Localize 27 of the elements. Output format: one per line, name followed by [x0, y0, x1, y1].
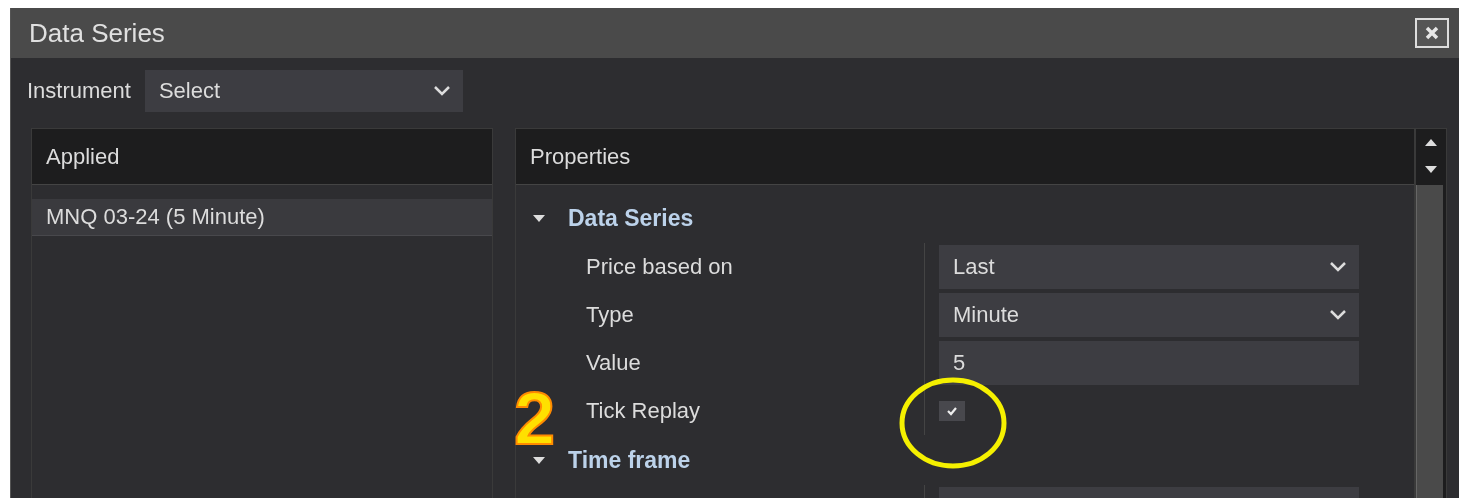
window-title: Data Series: [29, 17, 165, 49]
property-label: Price based on: [585, 254, 734, 280]
chevron-icon: [1329, 309, 1347, 321]
chevron-icon: [1329, 261, 1347, 273]
checkbox[interactable]: [939, 401, 965, 421]
property-label: Value: [585, 350, 642, 376]
applied-item[interactable]: MNQ 03-24 (5 Minute): [32, 199, 492, 236]
scrollbar-thumb[interactable]: [1416, 185, 1443, 498]
property-field[interactable]: 5: [939, 341, 1359, 385]
chevron-icon: [432, 85, 451, 97]
instrument-dropdown[interactable]: Select: [144, 70, 463, 112]
annotation-number: 2: [514, 391, 556, 447]
section-title: Data Series: [568, 204, 694, 232]
property-label: Type: [585, 302, 635, 328]
expand-icon[interactable]: [532, 455, 546, 465]
property-dropdown[interactable]: Last: [939, 245, 1359, 289]
applied-header: Applied: [32, 129, 492, 185]
property-label: Tick Replay: [585, 398, 702, 424]
expand-icon[interactable]: [532, 213, 546, 223]
check-icon: [946, 406, 958, 416]
section-title: Time frame: [568, 446, 691, 474]
property-dropdown[interactable]: Minute: [939, 293, 1359, 337]
properties-header: Properties: [516, 129, 1414, 185]
down-arrow-icon: [1425, 166, 1437, 173]
instrument-label: Instrument: [27, 78, 131, 104]
close-button[interactable]: [1415, 18, 1449, 48]
up-arrow-icon: [1425, 139, 1437, 146]
